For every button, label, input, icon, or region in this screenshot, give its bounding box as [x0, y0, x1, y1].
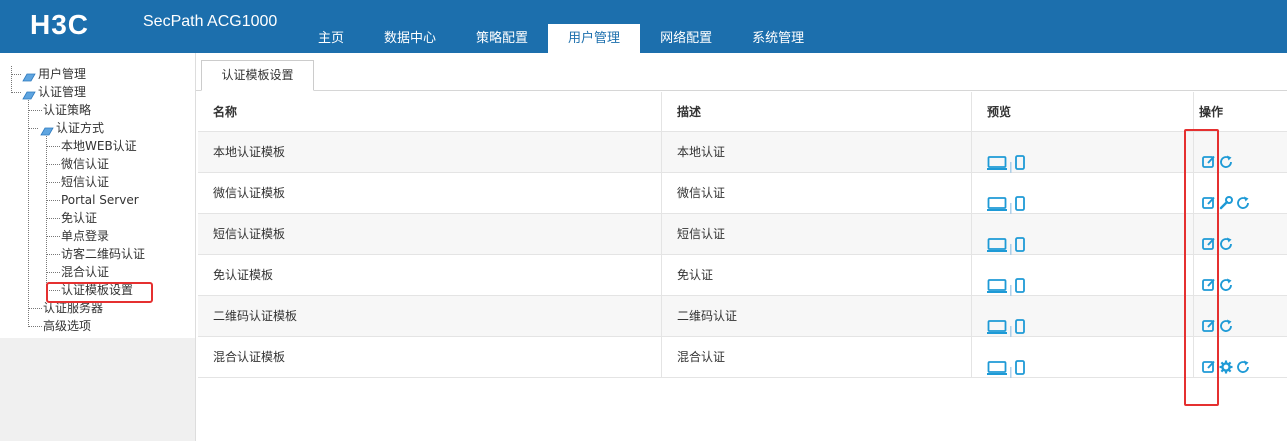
separator: |	[1009, 364, 1013, 378]
template-description: 微信认证	[661, 173, 971, 213]
template-description: 混合认证	[661, 337, 971, 377]
tree-sso[interactable]: 单点登录	[61, 227, 109, 245]
preview-cell: |	[971, 173, 1193, 214]
folder-open-icon	[40, 123, 54, 136]
tree-label: 短信认证	[61, 175, 110, 189]
table-row: 微信认证模板 微信认证 |	[198, 173, 1287, 214]
tree-auth-policy[interactable]: 认证策略	[43, 101, 91, 119]
template-name: 混合认证模板	[213, 350, 286, 364]
sidebar: 用户管理 认证管理 认证策略 认证方式 本地WEB认证 微信认证 短信认证 Po…	[0, 53, 196, 441]
folder-icon	[22, 69, 36, 82]
refresh-icon[interactable]	[1236, 350, 1250, 391]
tree-no-auth[interactable]: 免认证	[61, 209, 97, 227]
table-header: 名称 描述 预览 操作	[198, 92, 1287, 132]
product-name: SecPath ACG1000	[143, 13, 278, 30]
preview-cell: |	[971, 296, 1193, 337]
col-header-name: 名称	[213, 105, 238, 119]
table-row: 混合认证模板 混合认证 |	[198, 337, 1287, 378]
tree-mixed-auth[interactable]: 混合认证	[61, 263, 109, 281]
template-name: 微信认证模板	[213, 186, 286, 200]
tree-visitor-qr-auth[interactable]: 访客二维码认证	[61, 245, 145, 263]
tab-bar: 认证模板设置	[196, 53, 1287, 91]
nav-tree: 用户管理 认证管理 认证策略 认证方式 本地WEB认证 微信认证 短信认证 Po…	[0, 53, 195, 338]
tree-sms-auth[interactable]: 短信认证	[61, 173, 109, 191]
nav-data-center[interactable]: 数据中心	[364, 24, 456, 53]
template-description: 免认证	[661, 255, 971, 295]
tree-label: 高级选项	[43, 319, 92, 333]
tree-portal-server[interactable]: Portal Server	[61, 191, 139, 209]
tree-label: 本地WEB认证	[61, 139, 137, 153]
nav-user-management[interactable]: 用户管理	[548, 24, 641, 53]
template-name: 二维码认证模板	[213, 309, 298, 323]
tree-label: 微信认证	[61, 157, 110, 171]
preview-cell: |	[971, 132, 1193, 173]
tree-user-management[interactable]: 用户管理	[22, 65, 86, 83]
separator: |	[1009, 200, 1013, 214]
nav-network-config[interactable]: 网络配置	[640, 24, 732, 53]
main-nav: 主页 数据中心 策略配置 用户管理 网络配置 系统管理	[298, 24, 824, 53]
col-header-actions: 操作	[1193, 92, 1287, 131]
tree-label: 免认证	[61, 211, 98, 225]
separator: |	[1009, 323, 1013, 337]
nav-home[interactable]: 主页	[298, 24, 364, 53]
template-description: 短信认证	[661, 214, 971, 254]
template-table: 名称 描述 预览 操作 本地认证模板 本地认证 | 微信认证模板 微信认证 | …	[198, 92, 1287, 378]
tree-label: 单点登录	[61, 229, 110, 243]
actions-highlight-box	[1184, 129, 1219, 406]
template-description: 二维码认证	[661, 296, 971, 336]
tree-label: 用户管理	[38, 67, 87, 81]
tree-local-web-auth[interactable]: 本地WEB认证	[61, 137, 137, 155]
tree-wechat-auth[interactable]: 微信认证	[61, 155, 109, 173]
table-row: 本地认证模板 本地认证 |	[198, 132, 1287, 173]
tree-auth-management[interactable]: 认证管理	[22, 83, 86, 101]
tree-auth-method[interactable]: 认证方式	[40, 119, 104, 137]
tab-auth-template-settings[interactable]: 认证模板设置	[201, 60, 314, 91]
tree-label: 认证管理	[38, 85, 87, 99]
preview-cell: |	[971, 337, 1193, 378]
folder-open-icon	[22, 87, 36, 100]
h3c-logo: H3C	[30, 9, 90, 40]
tree-label: 访客二维码认证	[61, 247, 146, 261]
col-header-description: 描述	[661, 92, 971, 131]
preview-cell: |	[971, 255, 1193, 296]
preview-cell: |	[971, 214, 1193, 255]
separator: |	[1009, 241, 1013, 255]
template-name: 短信认证模板	[213, 227, 286, 241]
table-row: 免认证模板 免认证 |	[198, 255, 1287, 296]
mobile-icon[interactable]	[1014, 351, 1025, 392]
nav-system-management[interactable]: 系统管理	[732, 24, 824, 53]
tree-label: Portal Server	[61, 193, 139, 207]
template-name: 免认证模板	[213, 268, 274, 282]
separator: |	[1009, 282, 1013, 296]
table-row: 短信认证模板 短信认证 |	[198, 214, 1287, 255]
col-header-preview: 预览	[971, 92, 1193, 131]
gear-icon[interactable]	[1219, 350, 1233, 391]
nav-policy-config[interactable]: 策略配置	[456, 24, 548, 53]
tree-label: 认证方式	[56, 121, 105, 135]
tree-label: 混合认证	[61, 265, 110, 279]
template-name: 本地认证模板	[213, 145, 286, 159]
template-description: 本地认证	[661, 132, 971, 172]
tree-label: 认证策略	[43, 103, 92, 117]
tree-label: 认证服务器	[43, 301, 104, 315]
top-header: H3C SecPath ACG1000 主页 数据中心 策略配置 用户管理 网络…	[0, 0, 1287, 53]
separator: |	[1009, 159, 1013, 173]
tree-advanced-options[interactable]: 高级选项	[43, 317, 91, 335]
selected-highlight-box	[46, 282, 153, 303]
desktop-icon[interactable]	[987, 351, 1007, 392]
table-row: 二维码认证模板 二维码认证 |	[198, 296, 1287, 337]
